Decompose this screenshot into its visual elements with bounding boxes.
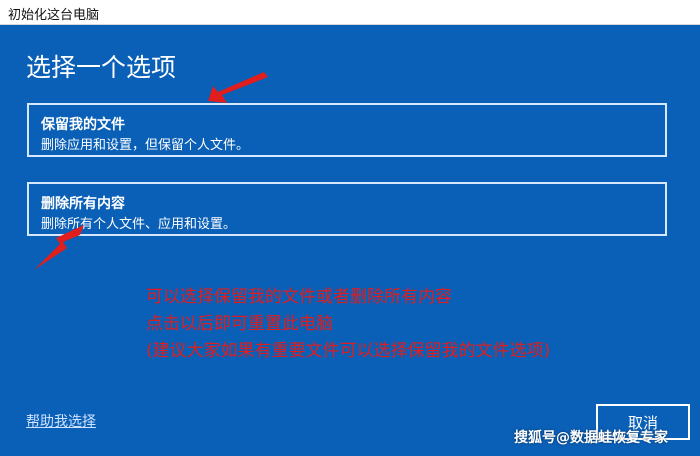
remove-everything-title: 删除所有内容	[41, 196, 125, 212]
annotation-line: 点击以后即可重置此电脑	[146, 314, 333, 334]
remove-everything-description: 删除所有个人文件、应用和设置。	[41, 217, 237, 232]
reset-pc-window: 初始化这台电脑 选择一个选项 保留我的文件 删除应用和设置，但保留个人文件。 删…	[0, 0, 700, 456]
help-me-choose-link[interactable]: 帮助我选择	[26, 411, 96, 431]
remove-everything-option[interactable]: 删除所有内容 删除所有个人文件、应用和设置。	[27, 182, 667, 236]
annotation-line: (建议大家如果有重要文件可以选择保留我的文件选项)	[146, 341, 551, 361]
keep-my-files-option[interactable]: 保留我的文件 删除应用和设置，但保留个人文件。	[27, 103, 667, 157]
window-title: 初始化这台电脑	[8, 8, 100, 23]
keep-my-files-title: 保留我的文件	[41, 117, 125, 133]
watermark: 搜狐号@数据蛙恢复专家	[514, 430, 668, 446]
annotation-line: 可以选择保留我的文件或者删除所有内容	[146, 287, 452, 307]
title-bar: 初始化这台电脑	[0, 0, 700, 25]
dialog-heading: 选择一个选项	[26, 53, 177, 82]
keep-my-files-description: 删除应用和设置，但保留个人文件。	[41, 138, 250, 153]
arrow-icon	[208, 72, 268, 103]
